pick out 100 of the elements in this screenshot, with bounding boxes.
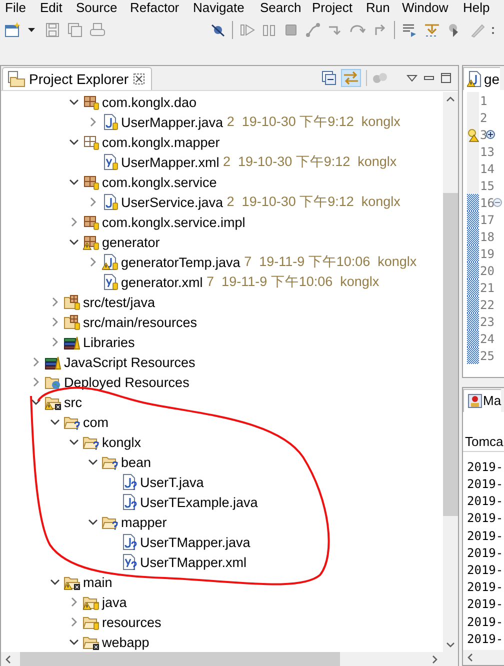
tree-item[interactable]: main xyxy=(1,572,443,592)
line-number: 23 xyxy=(480,314,494,328)
view-tab[interactable]: Ma xyxy=(463,388,502,412)
menu-item[interactable]: Run xyxy=(366,0,402,16)
menu-item[interactable]: Source xyxy=(76,0,130,16)
tree-item[interactable]: Deployed Resources xyxy=(1,372,443,392)
item-label: UserService.java xyxy=(121,194,224,210)
item-label: com.konglx.service xyxy=(102,174,217,190)
tree-item[interactable]: UserMapper.xml 2 19-10-30 下午9:12 konglx xyxy=(1,152,443,172)
tab-label: ge xyxy=(484,71,500,87)
tree-item[interactable]: UserMapper.java 2 19-10-30 下午9:12 konglx xyxy=(1,112,443,132)
horizontal-scrollbar[interactable] xyxy=(1,652,458,666)
tree-item[interactable]: generator xyxy=(1,232,443,252)
line-number: 14 xyxy=(480,162,494,176)
view-tab[interactable]: Project Explorer xyxy=(2,67,152,90)
menu-item[interactable]: Project xyxy=(312,0,366,16)
skip-breakpoints-icon[interactable] xyxy=(210,22,226,38)
expand-fold-icon[interactable] xyxy=(486,130,496,139)
tree-item[interactable]: src xyxy=(1,392,443,412)
table-cell-text: 2019- xyxy=(466,510,504,528)
line-number: 25 xyxy=(480,348,494,362)
table-cell-text: 2019- xyxy=(466,544,504,562)
tree-item[interactable]: com.konglx.service xyxy=(1,172,443,192)
item-label: generator xyxy=(102,234,160,250)
line-number: 24 xyxy=(480,332,494,346)
menu-item[interactable]: Help xyxy=(463,0,503,16)
menu-item[interactable]: Window xyxy=(402,0,463,16)
tree-item[interactable]: Libraries xyxy=(1,332,443,352)
menu-item[interactable]: File xyxy=(5,0,40,16)
line-number: 2 xyxy=(480,110,488,124)
tree-item[interactable]: com.konglx.service.impl xyxy=(1,212,443,232)
tree-item[interactable]: UserTExample.java xyxy=(1,492,443,512)
tree-item[interactable]: src/test/java xyxy=(1,292,443,312)
tree-item[interactable]: resources xyxy=(1,612,443,632)
minimize-icon[interactable] xyxy=(423,73,435,83)
collapse-all-icon[interactable] xyxy=(322,71,336,85)
table-cell-text: 2019- xyxy=(466,562,504,580)
scrollbar-thumb[interactable] xyxy=(443,193,458,516)
folder-icon xyxy=(45,394,61,410)
folder-globe-icon xyxy=(45,374,61,390)
item-label: UserT.java xyxy=(140,474,204,490)
suspend-icon[interactable] xyxy=(261,22,277,38)
line-number: 16 xyxy=(480,196,494,210)
tree-item[interactable]: UserTMapper.xml xyxy=(1,552,443,572)
link-editor-icon[interactable] xyxy=(341,69,361,87)
tree-item[interactable]: JavaScript Resources xyxy=(1,352,443,372)
item-label: src xyxy=(64,394,82,410)
xml-file-icon xyxy=(102,274,118,290)
xml-file-icon xyxy=(121,554,137,570)
tree-item[interactable]: webapp xyxy=(1,632,443,652)
item-label: Deployed Resources xyxy=(64,374,190,390)
column-header[interactable]: Tomca xyxy=(465,434,504,450)
table-cell-text: 2019- xyxy=(466,630,504,648)
line-number: 19 xyxy=(480,246,494,260)
tab-label: Project Explorer xyxy=(29,71,129,87)
item-label: webapp xyxy=(102,634,150,650)
tree-item[interactable]: UserService.java 2 19-10-30 下午9:12 konglx xyxy=(1,192,443,212)
package-icon xyxy=(83,174,99,190)
tree-item[interactable]: src/main/resources xyxy=(1,312,443,332)
menu-item[interactable]: Refactor xyxy=(130,0,193,16)
java-file-icon xyxy=(467,71,481,87)
table-cell-text: 2019- xyxy=(466,476,504,494)
resume-icon[interactable] xyxy=(239,22,255,38)
print-icon[interactable] xyxy=(89,22,106,38)
menu-item[interactable]: Search xyxy=(260,0,312,16)
tree-item[interactable]: generatorTemp.java 7 19-11-9 下午10:06 konglx xyxy=(1,252,443,272)
disconnect-icon[interactable] xyxy=(305,22,321,38)
step-filter-icon[interactable] xyxy=(424,22,441,38)
view-menu-icon[interactable] xyxy=(406,73,418,83)
tree-item[interactable]: UserT.java xyxy=(1,472,443,492)
package-icon xyxy=(83,134,99,150)
tree-item[interactable]: com xyxy=(1,412,443,432)
item-label: com xyxy=(83,414,109,430)
editor-tab[interactable]: ge xyxy=(463,67,500,90)
drop-frame-icon[interactable] xyxy=(401,22,418,38)
tree-item[interactable]: java xyxy=(1,592,443,612)
vertical-scrollbar[interactable] xyxy=(443,92,458,652)
collapse-fold-icon[interactable] xyxy=(493,198,502,207)
save-all-icon[interactable] xyxy=(67,22,83,38)
scrollbar-thumb[interactable] xyxy=(20,652,340,666)
save-icon[interactable] xyxy=(45,22,61,38)
tree-item[interactable]: com.konglx.mapper xyxy=(1,132,443,152)
folder-icon xyxy=(83,634,99,650)
item-label: bean xyxy=(121,454,152,470)
menu-item[interactable]: Navigate xyxy=(193,0,260,16)
tree-item[interactable]: UserTMapper.java xyxy=(1,532,443,552)
close-icon[interactable] xyxy=(132,73,145,85)
line-number: 13 xyxy=(480,144,494,158)
maximize-icon[interactable] xyxy=(440,72,452,84)
tree-item[interactable]: com.konglx.dao xyxy=(1,92,443,112)
item-label: konglx xyxy=(102,434,142,450)
tree-item[interactable]: generator.xml 7 19-11-9 下午10:06 konglx xyxy=(1,272,443,292)
menu-item[interactable]: Edit xyxy=(40,0,76,16)
tree-item[interactable]: mapper xyxy=(1,512,443,532)
new-window-icon[interactable] xyxy=(4,22,21,38)
item-label: main xyxy=(83,574,112,590)
tree-item[interactable]: bean xyxy=(1,452,443,472)
terminate-icon[interactable] xyxy=(283,22,299,38)
tree-item[interactable]: konglx xyxy=(1,432,443,452)
item-label: generatorTemp.java xyxy=(121,254,240,270)
